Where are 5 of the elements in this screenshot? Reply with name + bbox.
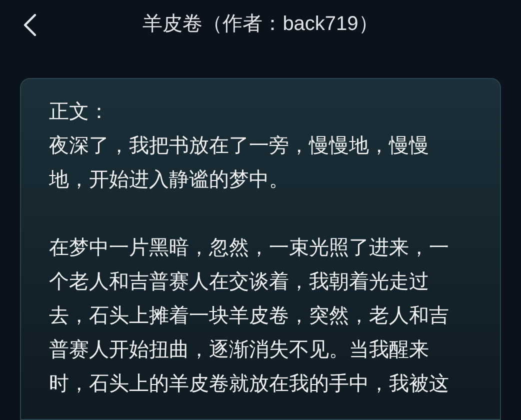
article-paragraph: 在梦中一片黑暗，忽然，一束光照了进来，一 个老人和吉普赛人在交谈着，我朝着光走过 去，石头上摊着一块羊皮卷，突然，老人和吉 普赛人开始扭曲，逐渐消失不见。当我醒来 时，石头上的羊皮卷就放在我的手中，我被这 — [49, 236, 450, 397]
page-title: 羊皮卷（作者：back719） — [142, 12, 378, 37]
back-icon — [23, 13, 37, 37]
article-paragraph: 夜深了，我把书放在了一旁，慢慢地，慢慢 地，开始进入静谧的梦中。 — [49, 134, 430, 193]
article-label: 正文： — [49, 100, 110, 125]
